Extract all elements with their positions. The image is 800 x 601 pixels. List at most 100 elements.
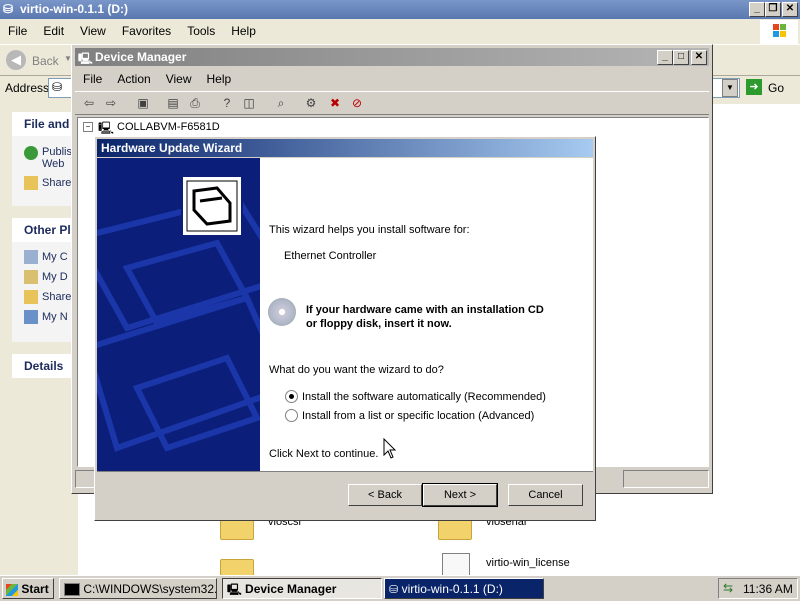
wizard-banner [97, 158, 260, 471]
device-manager-icon: 🖳 [227, 584, 242, 596]
documents-icon [24, 270, 38, 284]
file-tasks-body: Publis Web Share [12, 136, 76, 206]
next-button[interactable]: Next > [422, 483, 498, 507]
device-manager-title: Device Manager [95, 50, 187, 64]
network-tray-icon[interactable]: ⇆ [723, 581, 733, 595]
shared-label: Share [42, 290, 72, 303]
clock[interactable]: 11:36 AM [743, 582, 793, 596]
menu-action[interactable]: Action [109, 69, 157, 86]
menu-edit[interactable]: Edit [35, 21, 72, 38]
menu-view[interactable]: View [72, 21, 114, 38]
menu-favorites[interactable]: Favorites [114, 21, 179, 38]
task-pane: File and Publis Web Share Other Pl My C … [12, 112, 76, 582]
install-automatically-label[interactable]: Install the software automatically (Reco… [302, 391, 546, 403]
restore-button[interactable]: ❐ [765, 2, 781, 17]
minimize-button[interactable]: _ [749, 2, 765, 17]
scan-hardware-icon[interactable]: ⌕ [273, 95, 289, 111]
address-label: Address [5, 81, 50, 95]
explorer-title-bar: ⛁ virtio-win-0.1.1 (D:) _ ❐ ✕ [0, 0, 800, 19]
minimize-button[interactable]: _ [657, 50, 673, 65]
drive-icon: ⛁ [52, 80, 63, 94]
taskbar-item-explorer[interactable]: ⛁ virtio-win-0.1.1 (D:) [384, 578, 544, 599]
shared-link[interactable]: Share [24, 290, 71, 304]
console-icon [64, 583, 80, 597]
wizard-title: Hardware Update Wizard [101, 141, 243, 155]
drive-icon: ⛁ [3, 2, 14, 16]
notepad-file-icon[interactable] [442, 553, 470, 577]
taskbar-item-cmd-label: C:\WINDOWS\system32... [83, 582, 217, 596]
cancel-button[interactable]: Cancel [508, 484, 583, 506]
back-arrow-icon[interactable]: ◀ [6, 50, 26, 70]
taskbar-item-device-manager[interactable]: 🖳 Device Manager [222, 578, 382, 599]
disable-icon[interactable]: ⊘ [349, 95, 365, 111]
install-from-list-label[interactable]: Install from a list or specific location… [302, 410, 534, 422]
taskbar-item-cmd[interactable]: C:\WINDOWS\system32... [59, 578, 217, 599]
drive-icon: ⛁ [389, 584, 399, 596]
start-button[interactable]: Start [2, 578, 54, 599]
menu-tools[interactable]: Tools [179, 21, 223, 38]
my-network-link[interactable]: My N [24, 310, 68, 324]
explorer-menu-bar: File Edit View Favorites Tools Help [0, 21, 760, 41]
hardware-update-wizard-dialog: Hardware Update Wizard This wizard helps… [94, 136, 596, 521]
device-name: Ethernet Controller [284, 250, 377, 262]
publish-web-label: Publis Web [42, 146, 72, 170]
file-virtio-win-license[interactable]: virtio-win_license [486, 557, 570, 569]
back-button[interactable]: < Back [348, 484, 422, 506]
close-button[interactable]: ✕ [782, 2, 798, 17]
install-from-list-radio[interactable] [285, 409, 298, 422]
back-button-label[interactable]: Back [32, 54, 59, 68]
go-button[interactable]: Go [768, 81, 784, 95]
taskbar-item-explorer-label: virtio-win-0.1.1 (D:) [401, 582, 503, 596]
globe-icon [24, 146, 38, 160]
install-automatically-radio[interactable] [285, 390, 298, 403]
menu-view[interactable]: View [158, 69, 199, 86]
mouse-cursor-icon [383, 437, 397, 460]
device-manager-toolbar: ⇦ ⇨ ▣ ▤ ⎙ ? ◫ ⌕ ⚙ ✖ ⊘ [75, 91, 709, 115]
publish-web-link[interactable]: Publis Web [24, 146, 72, 170]
cd-instruction-line1: If your hardware came with an installati… [306, 304, 544, 316]
windows-logo-icon [760, 20, 798, 44]
wizard-intro-text: This wizard helps you install software f… [269, 224, 470, 236]
view-icon[interactable]: ◫ [241, 95, 257, 111]
maximize-button[interactable]: □ [673, 50, 689, 65]
close-button[interactable]: ✕ [691, 50, 707, 65]
collapse-icon[interactable]: − [83, 122, 93, 132]
tree-root-computer[interactable]: COLLABVM-F6581D [117, 121, 220, 133]
share-label: Share [42, 176, 72, 189]
address-dropdown-icon[interactable]: ▼ [722, 79, 738, 97]
device-manager-icon: 🖳 [78, 53, 93, 65]
print-icon[interactable]: ⎙ [187, 95, 203, 111]
windows-flag-icon [6, 583, 18, 596]
help-icon[interactable]: ? [219, 95, 235, 111]
other-places-header[interactable]: Other Pl [12, 218, 76, 242]
cd-instruction-line2: or floppy disk, insert it now. [306, 318, 452, 330]
file-tasks-header[interactable]: File and [12, 112, 76, 136]
menu-file[interactable]: File [0, 21, 35, 38]
continue-text: Click Next to continue. [269, 448, 379, 460]
update-driver-icon[interactable]: ⚙ [303, 95, 319, 111]
back-arrow-icon[interactable]: ⇦ [81, 95, 97, 111]
details-header[interactable]: Details [12, 354, 76, 378]
uninstall-icon[interactable]: ✖ [327, 95, 343, 111]
separator [97, 471, 593, 472]
show-hide-tree-icon[interactable]: ▣ [135, 95, 151, 111]
my-documents-link[interactable]: My D [24, 270, 68, 284]
forward-arrow-icon[interactable]: ⇨ [103, 95, 119, 111]
menu-help[interactable]: Help [199, 69, 239, 86]
menu-help[interactable]: Help [223, 21, 264, 38]
wizard-banner-graphic [97, 175, 260, 452]
share-link[interactable]: Share [24, 176, 71, 190]
wizard-content: This wizard helps you install software f… [260, 158, 593, 471]
wizard-question: What do you want the wizard to do? [269, 364, 444, 376]
cd-icon [268, 298, 296, 326]
computer-icon [24, 250, 38, 264]
menu-file[interactable]: File [75, 69, 109, 86]
my-computer-link[interactable]: My C [24, 250, 68, 264]
properties-icon[interactable]: ▤ [165, 95, 181, 111]
taskbar-item-device-manager-label: Device Manager [245, 582, 337, 596]
device-manager-title-bar: 🖳 Device Manager _ □ ✕ [75, 48, 709, 66]
my-computer-label: My C [42, 250, 68, 263]
explorer-title: virtio-win-0.1.1 (D:) [20, 2, 129, 16]
go-arrow-icon[interactable]: ➜ [746, 79, 762, 95]
status-pane [623, 470, 709, 488]
